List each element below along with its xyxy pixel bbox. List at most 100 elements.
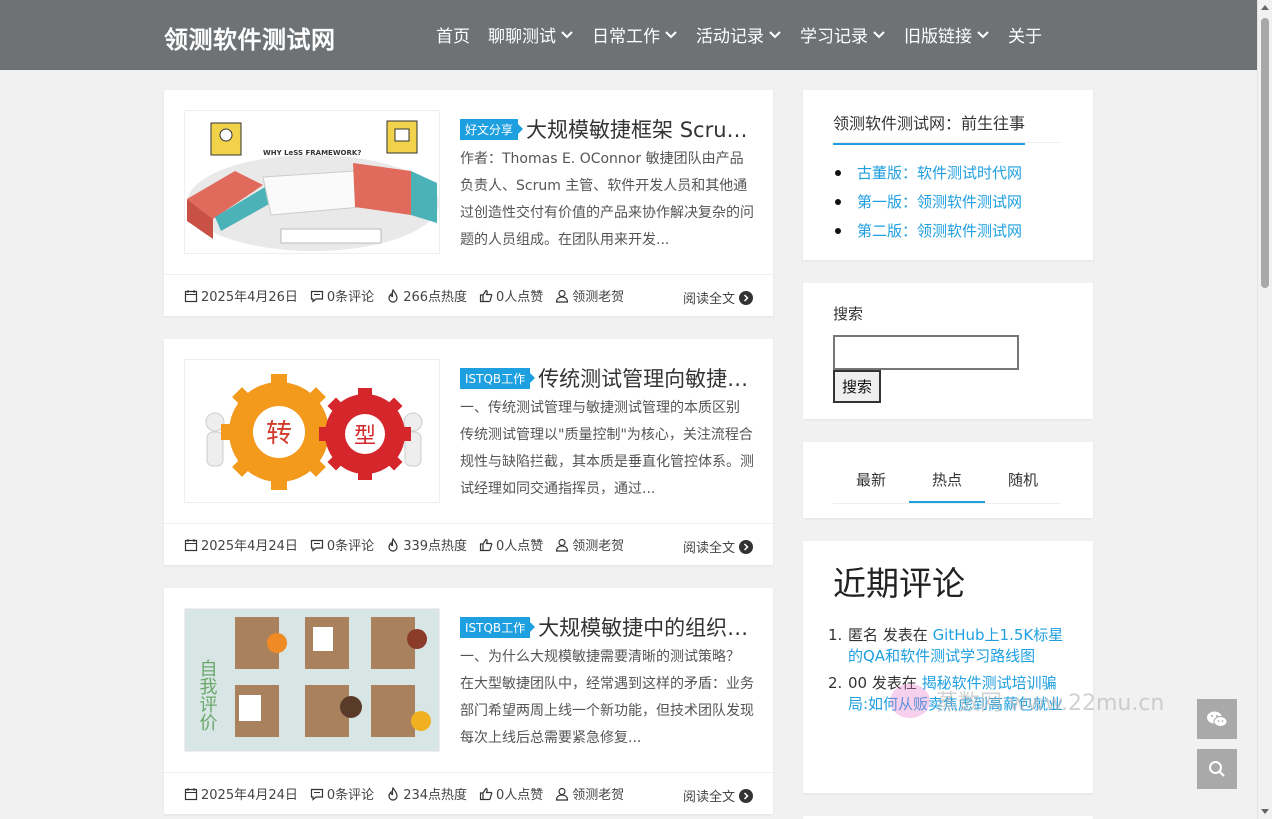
read-more-link[interactable]: 阅读全文 (683, 288, 753, 307)
post-comments[interactable]: 0条评论 (310, 286, 374, 305)
post-views: 266点热度 (386, 286, 467, 305)
post-likes[interactable]: 0人点赞 (479, 286, 543, 305)
post-card: 自我评价 ISTQB工作 大规模敏捷中的组织级测试策略 一、为什么大规模敏捷需要… (164, 588, 773, 814)
post-meta: 2025年4月24日 0条评论 234点热度 0人点赞 领测老贺 阅读全文 (164, 772, 773, 814)
post-excerpt: 作者：Thomas E. OConnor 敏捷团队由产品负责人、Scrum 主管… (460, 151, 754, 248)
post-author[interactable]: 领测老贺 (555, 535, 624, 554)
read-more-link[interactable]: 阅读全文 (683, 537, 753, 556)
nav-item-old-links[interactable]: 旧版链接 (904, 22, 990, 47)
arrow-right-icon (739, 788, 753, 803)
tab-latest[interactable]: 最新 (833, 462, 909, 503)
post-date: 2025年4月24日 (184, 784, 298, 803)
history-widget: 领测软件测试网：前生往事 古董版：软件测试时代网 第一版：领测软件测试网 第二版… (803, 90, 1093, 260)
scroll-up-arrow-icon[interactable] (1261, 5, 1269, 10)
nav-item-study-log[interactable]: 学习记录 (800, 22, 886, 47)
user-icon (556, 787, 569, 801)
post-views: 234点热度 (386, 784, 467, 803)
recent-comments-list: 1. 匿名 发表在 GitHub上1.5K标星的QA和软件测试学习路线图 2. … (828, 625, 1066, 721)
post-author[interactable]: 领测老贺 (555, 784, 624, 803)
post-author[interactable]: 领测老贺 (555, 286, 624, 305)
wechat-button[interactable] (1197, 699, 1237, 739)
post-meta: 2025年4月24日 0条评论 339点热度 0人点赞 领测老贺 阅读全文 (164, 523, 773, 565)
comment-author: 匿名 (848, 626, 879, 644)
history-link[interactable]: 第一版：领测软件测试网 (833, 187, 1022, 216)
nav-item-home[interactable]: 首页 (436, 22, 470, 47)
post-thumbnail[interactable]: 自我评价 (184, 608, 440, 752)
post-thumbnail[interactable]: WHY LeSS FRAMEWORK? (184, 110, 440, 254)
post-excerpt: 一、为什么大规模敏捷需要清晰的测试策略？ 在大型敏捷团队中，经常遇到这样的矛盾：… (460, 649, 754, 746)
read-more-link[interactable]: 阅读全文 (683, 786, 753, 805)
thumb-side-text: 自我评价 (197, 659, 218, 731)
category-tag[interactable]: ISTQB工作 (460, 367, 536, 389)
gear-text-left: 转 (266, 419, 292, 449)
tab-hot[interactable]: 热点 (909, 462, 985, 503)
calendar-icon (184, 787, 198, 800)
chevron-down-icon (977, 30, 989, 38)
history-link[interactable]: 古董版：软件测试时代网 (833, 158, 1022, 187)
search-icon (1209, 761, 1225, 777)
self-evaluation-illustration: 自我评价 (185, 609, 439, 751)
search-title: 搜索 (833, 305, 864, 323)
chevron-down-icon (873, 30, 885, 38)
scrollbar[interactable] (1257, 0, 1272, 819)
fire-icon (388, 288, 398, 303)
post-date: 2025年4月24日 (184, 535, 298, 554)
comment-item: 1. 匿名 发表在 GitHub上1.5K标星的QA和软件测试学习路线图 (828, 626, 1064, 665)
scroll-thumb[interactable] (1261, 18, 1269, 288)
category-tag[interactable]: 好文分享 (460, 118, 524, 140)
site-logo[interactable]: 领测软件测试网 (164, 20, 336, 55)
recent-comments-title: 近期评论 (833, 564, 965, 603)
comment-icon (310, 290, 324, 303)
nav-item-daily-work[interactable]: 日常工作 (592, 22, 678, 47)
chevron-down-icon (665, 30, 677, 38)
tabs-widget: 最新 热点 随机 (803, 442, 1093, 518)
post-thumbnail[interactable]: 转 型 (184, 359, 440, 503)
recent-comments-widget: 近期评论 1. 匿名 发表在 GitHub上1.5K标星的QA和软件测试学习路线… (803, 541, 1093, 793)
search-button[interactable]: 搜索 (833, 370, 881, 403)
search-float-button[interactable] (1197, 749, 1237, 789)
search-input[interactable] (833, 335, 1019, 370)
gears-illustration: 转 型 (205, 374, 423, 490)
nav-item-talk-testing[interactable]: 聊聊测试 (488, 22, 574, 47)
post-likes[interactable]: 0人点赞 (479, 784, 543, 803)
comment-author: 00 (848, 674, 868, 692)
post-title[interactable]: 大规模敏捷框架 Scrum@Scale 的 LeSS 框架 (526, 114, 755, 144)
arrow-right-icon (739, 539, 753, 554)
less-framework-illustration: WHY LeSS FRAMEWORK? (187, 120, 439, 251)
post-likes[interactable]: 0人点赞 (479, 535, 543, 554)
category-tag[interactable]: ISTQB工作 (460, 616, 536, 638)
calendar-icon (184, 289, 198, 302)
history-links: 古董版：软件测试时代网 第一版：领测软件测试网 第二版：领测软件测试网 (833, 158, 1022, 245)
post-comments[interactable]: 0条评论 (310, 784, 374, 803)
post-views: 339点热度 (386, 535, 467, 554)
widget-title: 领测软件测试网：前生往事 (833, 110, 1026, 145)
thumbs-up-icon (479, 289, 493, 302)
user-icon (556, 289, 569, 303)
post-meta: 2025年4月26日 0条评论 266点热度 0人点赞 领测老贺 阅读全文 (164, 274, 773, 316)
thumbs-up-icon (479, 538, 493, 551)
post-title[interactable]: 大规模敏捷中的组织级测试策略 (538, 612, 755, 642)
comment-item: 2. 00 发表在 揭秘软件测试培训骗局:如何从贩卖焦虑到高薪包就业 (828, 674, 1064, 713)
history-link[interactable]: 第二版：领测软件测试网 (833, 216, 1022, 245)
post-card: WHY LeSS FRAMEWORK? 好文分享 大规模敏捷框架 Scrum@S… (164, 90, 773, 316)
post-title[interactable]: 传统测试管理向敏捷测试管理的转型 (538, 363, 755, 393)
nav-item-activity-log[interactable]: 活动记录 (696, 22, 782, 47)
calendar-icon (184, 538, 198, 551)
gear-text-right: 型 (354, 424, 376, 449)
user-icon (556, 538, 569, 552)
scroll-down-arrow-icon[interactable] (1261, 809, 1269, 814)
main-nav: 首页 聊聊测试 日常工作 活动记录 学习记录 旧版链接 关于 (436, 22, 1060, 47)
post-tabs: 最新 热点 随机 (833, 462, 1061, 504)
fire-icon (388, 786, 398, 801)
site-header: 领测软件测试网 首页 聊聊测试 日常工作 活动记录 学习记录 旧版链接 关于 (0, 0, 1257, 70)
nav-item-about[interactable]: 关于 (1008, 22, 1042, 47)
post-date: 2025年4月26日 (184, 286, 298, 305)
chevron-down-icon (769, 30, 781, 38)
post-comments[interactable]: 0条评论 (310, 535, 374, 554)
tab-random[interactable]: 随机 (985, 462, 1061, 503)
thumb-heading: WHY LeSS FRAMEWORK? (263, 149, 361, 157)
search-widget: 搜索 搜索 (803, 283, 1093, 419)
arrow-right-icon (739, 290, 753, 305)
comment-icon (310, 788, 324, 801)
comment-icon (310, 539, 324, 552)
